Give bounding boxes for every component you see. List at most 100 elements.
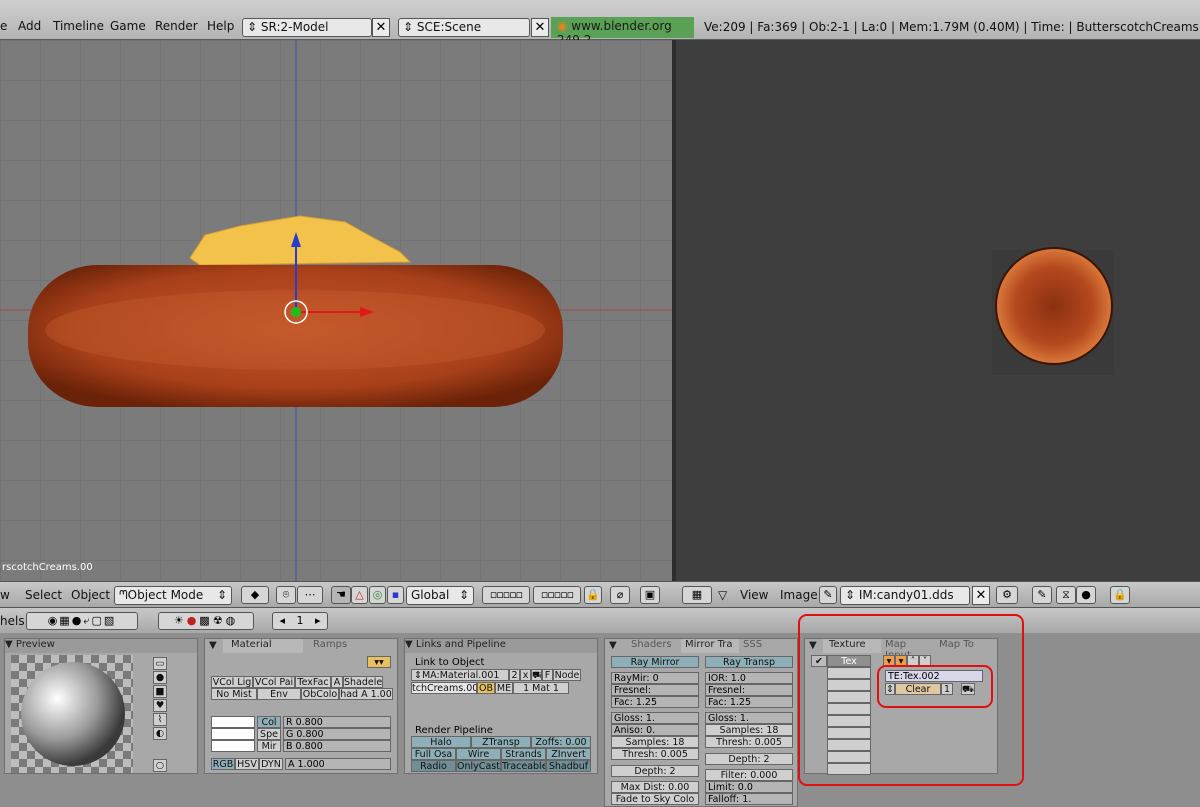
context-buttons[interactable]: ◉▦●⤶▢▧ bbox=[26, 612, 138, 630]
ray-transp-toggle[interactable]: Ray Transp bbox=[705, 656, 793, 668]
material-users-count[interactable]: 2 bbox=[509, 669, 520, 681]
strands-toggle[interactable]: Strands bbox=[501, 748, 546, 760]
env-toggle[interactable]: Env bbox=[257, 688, 301, 700]
spe-button[interactable]: Spe bbox=[257, 728, 281, 740]
close-scene-button[interactable]: ✕ bbox=[531, 18, 549, 37]
gloss-transp-slider[interactable]: Gloss: 1. bbox=[705, 712, 793, 724]
screen-selector[interactable]: ⇕ SR:2-Model bbox=[242, 18, 372, 37]
color-swatches[interactable] bbox=[211, 716, 255, 752]
fresnel-slider[interactable]: Fresnel: bbox=[611, 684, 699, 696]
radio-toggle[interactable]: Radio bbox=[411, 760, 456, 772]
fresnel-transp-slider[interactable]: Fresnel: bbox=[705, 684, 793, 696]
full-osa-toggle[interactable]: Full Osa bbox=[411, 748, 456, 760]
cube-icon[interactable]: ■ bbox=[153, 685, 167, 698]
mode-selector[interactable]: ᘉObject Mode ⇕ bbox=[114, 586, 232, 605]
onlycast-toggle[interactable]: OnlyCast bbox=[456, 760, 501, 772]
blender-url-link[interactable]: ◉ www.blender.org 249.2 bbox=[551, 17, 694, 47]
image-editor[interactable] bbox=[676, 40, 1200, 581]
snap-button[interactable]: ⋯ bbox=[297, 586, 323, 604]
rgb-button[interactable]: RGB bbox=[211, 758, 235, 770]
depth-transp-field[interactable]: Depth: 2 bbox=[705, 753, 793, 765]
shadeless-toggle[interactable]: Shadeles bbox=[343, 676, 383, 688]
sky-icon[interactable]: ◐ bbox=[153, 727, 167, 740]
tab-shaders[interactable]: Shaders bbox=[621, 639, 681, 653]
ior-slider[interactable]: IOR: 1.0 bbox=[705, 672, 793, 684]
pivot-button[interactable]: ⌾ bbox=[276, 586, 296, 604]
lock-button[interactable]: 🔒 bbox=[584, 586, 602, 604]
halo-toggle[interactable]: Halo bbox=[411, 736, 471, 748]
limit-slider[interactable]: Limit: 0.0 bbox=[705, 781, 793, 793]
preview-type-buttons[interactable]: ▭ ● ■ ♥ ⌇ ◐ bbox=[153, 657, 167, 741]
col-swatch[interactable] bbox=[211, 716, 255, 728]
col-button[interactable]: Col bbox=[257, 716, 281, 728]
mir-button[interactable]: Mir bbox=[257, 740, 281, 752]
tab-ramps[interactable]: Ramps bbox=[305, 639, 365, 653]
orientation-selector[interactable]: Global ⇕ bbox=[406, 586, 474, 605]
view-menu-image[interactable]: View bbox=[740, 588, 768, 602]
zinvert-toggle[interactable]: ZInvert bbox=[546, 748, 591, 760]
menu-render[interactable]: Render bbox=[155, 19, 198, 33]
rotate-button[interactable]: ◎ bbox=[369, 586, 386, 604]
tab-sss[interactable]: SSS bbox=[739, 639, 779, 653]
collapse-triangle-icon[interactable]: ▼ bbox=[5, 639, 16, 650]
car-icon[interactable]: ⛟ bbox=[531, 669, 542, 681]
menu-help[interactable]: Help bbox=[207, 19, 234, 33]
obcolor-toggle[interactable]: ObColo bbox=[301, 688, 339, 700]
image-menu[interactable]: Image bbox=[780, 588, 818, 602]
editor-type-button[interactable]: ▦ bbox=[682, 586, 712, 604]
thresh-field[interactable]: Thresh: 0.005 bbox=[611, 748, 699, 760]
zoffs-field[interactable]: Zoffs: 0.00 bbox=[531, 736, 591, 748]
translate-button[interactable]: △ bbox=[351, 586, 368, 604]
view-menu[interactable]: w bbox=[0, 588, 10, 602]
shadbuf-toggle[interactable]: Shadbuf bbox=[546, 760, 591, 772]
material-index-field[interactable]: 1 Mat 1 bbox=[513, 682, 569, 694]
texface-toggle[interactable]: TexFac bbox=[295, 676, 331, 688]
node-button[interactable]: Node bbox=[553, 669, 581, 681]
3d-viewport[interactable]: rscotchCreams.00 bbox=[0, 40, 672, 581]
tab-material[interactable]: Material bbox=[223, 639, 303, 653]
scale-button[interactable]: ▪ bbox=[387, 586, 404, 604]
select-menu[interactable]: Select bbox=[25, 588, 62, 602]
me-button[interactable]: ME bbox=[495, 682, 513, 694]
traceable-toggle[interactable]: Traceable bbox=[501, 760, 546, 772]
image-selector[interactable]: ⇕ IM:candy01.dds bbox=[840, 586, 970, 605]
dyn-button[interactable]: DYN bbox=[259, 758, 283, 770]
ray-mirror-toggle[interactable]: Ray Mirror bbox=[611, 656, 699, 668]
ob-button[interactable]: OB bbox=[477, 682, 495, 694]
material-name-field[interactable]: ⇕MA:Material.001 bbox=[411, 669, 509, 681]
draw-type-button[interactable]: ◆ bbox=[241, 586, 269, 604]
collapse-triangle-icon[interactable]: ▼ bbox=[609, 640, 617, 654]
lock-image-button[interactable]: 🔒 bbox=[1110, 586, 1130, 604]
layer-buttons-1[interactable]: ▫▫▫▫▫ bbox=[482, 586, 530, 604]
menu-game[interactable]: Game bbox=[110, 19, 146, 33]
object-menu[interactable]: Object bbox=[71, 588, 110, 602]
hand-tool-button[interactable]: ☚ bbox=[331, 586, 351, 604]
fac-transp-slider[interactable]: Fac: 1.25 bbox=[705, 696, 793, 708]
close-image-button[interactable]: ✕ bbox=[972, 586, 990, 605]
shadow-alpha-field[interactable]: had A 1.00 bbox=[339, 688, 393, 700]
menu-timeline[interactable]: Timeline bbox=[53, 19, 104, 33]
tab-mirror-transp[interactable]: Mirror Tra bbox=[681, 639, 739, 653]
menu-add[interactable]: Add bbox=[18, 19, 41, 33]
collapse-triangle-icon[interactable]: ▼ bbox=[405, 639, 416, 650]
unlink-material-button[interactable]: x bbox=[520, 669, 531, 681]
thresh-transp-field[interactable]: Thresh: 0.005 bbox=[705, 736, 793, 748]
max-dist-field[interactable]: Max Dist: 0.00 bbox=[611, 781, 699, 793]
pin-button[interactable]: ✎ bbox=[819, 586, 837, 604]
no-mist-toggle[interactable]: No Mist bbox=[211, 688, 257, 700]
vcol-paint-toggle[interactable]: VCol Pai bbox=[253, 676, 295, 688]
menu-partial[interactable]: e bbox=[0, 19, 7, 33]
collapse-triangle-icon[interactable]: ▼ bbox=[209, 640, 217, 654]
r-slider[interactable]: R 0.800 bbox=[283, 716, 391, 728]
gloss-slider[interactable]: Gloss: 1. bbox=[611, 712, 699, 724]
samples-field[interactable]: Samples: 18 bbox=[611, 736, 699, 748]
alpha-toggle[interactable]: A bbox=[331, 676, 343, 688]
fac-slider[interactable]: Fac: 1.25 bbox=[611, 696, 699, 708]
copy-paste-buttons[interactable]: ▾▾ bbox=[367, 656, 391, 668]
alpha-slider[interactable]: A 1.000 bbox=[285, 758, 391, 770]
raymir-slider[interactable]: RayMir: 0 bbox=[611, 672, 699, 684]
uv-button[interactable]: ⧖ bbox=[1056, 586, 1076, 604]
b-slider[interactable]: B 0.800 bbox=[283, 740, 391, 752]
paint-button[interactable]: ✎ bbox=[1032, 586, 1052, 604]
fade-to-sky-field[interactable]: Fade to Sky Colo bbox=[611, 793, 699, 805]
